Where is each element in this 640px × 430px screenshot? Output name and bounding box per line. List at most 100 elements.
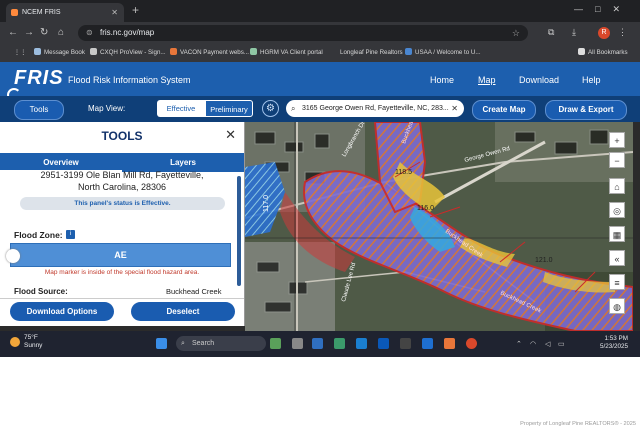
info-icon[interactable]: i	[66, 230, 75, 239]
turtle-icon[interactable]	[270, 338, 281, 349]
layers-icon[interactable]: ≡	[609, 274, 625, 290]
close-panel-icon[interactable]: ✕	[225, 127, 236, 143]
address-line-2: North Carolina, 28306	[77, 182, 167, 192]
nav-map[interactable]: Map	[478, 75, 496, 85]
browser-tab[interactable]: NCEM FRIS ✕	[6, 3, 124, 22]
draw-export-button[interactable]: Draw & Export	[545, 100, 627, 120]
tools-button[interactable]: Tools	[14, 100, 64, 120]
deselect-button[interactable]: Deselect	[131, 302, 235, 321]
bookmark-item[interactable]: Longleaf Pine Realtors	[340, 44, 403, 62]
address-search-input[interactable]: ⌕ 3165 George Owen Rd, Fayetteville, NC,…	[286, 100, 464, 117]
window-controls[interactable]: —□✕	[574, 4, 632, 15]
home-icon[interactable]: ⌂	[58, 27, 64, 38]
address-line-1: 2951-3199 Ole Blan Mill Rd, Fayetteville…	[40, 170, 204, 180]
clock-date: 5/23/2025	[599, 343, 628, 350]
panel-scrollbar[interactable]	[237, 176, 241, 286]
create-map-button[interactable]: Create Map	[472, 100, 536, 120]
search-value: 3165 George Owen Rd, Fayetteville, NC, 2…	[302, 105, 449, 112]
chrome-icon[interactable]	[466, 338, 477, 349]
zoom-in-button[interactable]: +	[609, 132, 625, 148]
nav-download[interactable]: Download	[519, 75, 559, 85]
downloads-icon[interactable]: ⤓	[572, 27, 576, 38]
fris-logo[interactable]: FRIS	[14, 67, 64, 90]
bfe-label: 118.5	[395, 169, 412, 176]
bfe-label: 121.0	[535, 257, 553, 264]
taskbar-search[interactable]: ⌕ Search	[176, 336, 266, 351]
all-bookmarks[interactable]: All Bookmarks	[578, 44, 628, 62]
windows-start-icon[interactable]	[156, 338, 167, 349]
extensions-icon[interactable]: ⧉	[548, 27, 554, 38]
bookmark-star-icon[interactable]: ☆	[512, 25, 520, 41]
weather-temp: 75°F	[24, 334, 38, 341]
firefox-icon[interactable]	[444, 338, 455, 349]
preliminary-toggle[interactable]: Preliminary	[205, 100, 253, 117]
zone-toggle[interactable]	[6, 249, 20, 263]
apps-icon[interactable]: ⋮⋮	[14, 44, 26, 62]
bookmark-item[interactable]: Message Book	[34, 44, 85, 62]
flood-zone-value: AE	[10, 243, 231, 267]
zoom-out-button[interactable]: −	[609, 152, 625, 168]
bookmarks-bar: ⋮⋮ Message Book CXQH ProView - Sign... V…	[0, 44, 640, 63]
weather-widget[interactable]: 75°F Sunny	[10, 334, 42, 350]
globe-icon[interactable]: ◍	[609, 298, 625, 314]
back-icon[interactable]: ←	[8, 27, 18, 38]
store-icon[interactable]	[356, 338, 367, 349]
basemap-icon[interactable]: ▦	[609, 226, 625, 242]
settings-gear-icon[interactable]: ⚙	[262, 100, 279, 117]
system-clock[interactable]: 1:53 PM 5/23/2025	[600, 335, 628, 351]
panel-footer: Download Options Deselect	[0, 298, 244, 326]
map-canvas[interactable]: George Owen Rd Longbranch Dr Claude Lee …	[245, 122, 633, 331]
clock-time: 1:53 PM	[604, 335, 628, 342]
flood-zone-label: Flood Zone:	[14, 230, 63, 240]
download-options-button[interactable]: Download Options	[10, 302, 114, 321]
close-tab-icon[interactable]: ✕	[111, 3, 118, 22]
terminal-icon[interactable]	[400, 338, 411, 349]
bookmark-item[interactable]: VACON Payment webs...	[170, 44, 249, 62]
wifi-icon[interactable]: ◠	[530, 340, 536, 348]
marker-note: Map marker is inside of the special floo…	[44, 269, 200, 276]
copilot-icon[interactable]	[334, 338, 345, 349]
collapse-icon[interactable]: «	[609, 250, 625, 266]
profile-avatar[interactable]: R	[598, 27, 610, 39]
url-text: fris.nc.gov/map	[100, 28, 155, 37]
map-toolbar: Tools Map View: Effective Preliminary ⚙ …	[0, 96, 640, 122]
nav-help[interactable]: Help	[582, 75, 601, 85]
favicon-icon	[11, 9, 18, 16]
bookmark-item[interactable]: USAA / Welcome to U...	[405, 44, 481, 62]
battery-icon[interactable]: ▭	[558, 340, 565, 348]
edge-icon[interactable]	[312, 338, 323, 349]
mail-icon[interactable]	[422, 338, 433, 349]
app-subtitle: Flood Risk Information System	[68, 75, 191, 85]
home-extent-icon[interactable]: ⌂	[609, 178, 625, 194]
panel-title: TOOLS	[101, 129, 143, 143]
search-icon: ⌕	[291, 104, 296, 113]
clear-search-icon[interactable]: ✕	[451, 100, 458, 117]
address-bar-row: ← → ↻ ⌂ ⊜ fris.nc.gov/map ☆	[0, 22, 640, 44]
task-view-icon[interactable]	[292, 338, 303, 349]
forward-icon[interactable]: →	[24, 27, 34, 38]
site-info-icon[interactable]: ⊜	[86, 25, 93, 41]
map-view-label: Map View:	[88, 104, 126, 113]
tools-panel: TOOLS ✕ Overview Layers 2951-3199 Ole Bl…	[0, 122, 245, 326]
taskbar-search-label: Search	[192, 340, 215, 347]
flood-map[interactable]: George Owen Rd Longbranch Dr Claude Lee …	[245, 122, 633, 331]
screenshot-frame: NCEM FRIS ✕ + —□✕ ← → ↻ ⌂ ⊜ fris.nc.gov/…	[0, 0, 640, 357]
locate-icon[interactable]: ◎	[609, 202, 625, 218]
app-header: FRIS Flood Risk Information System Home …	[0, 62, 640, 96]
nav-home[interactable]: Home	[430, 75, 454, 85]
tray-overflow-icon[interactable]: ⌃	[516, 340, 522, 348]
new-tab-icon[interactable]: +	[132, 3, 139, 17]
bfe-label: 117.0	[263, 195, 270, 212]
watermark: Property of Longleaf Pine REALTORS® - 20…	[520, 421, 636, 427]
url-bar[interactable]: ⊜ fris.nc.gov/map ☆	[78, 25, 528, 41]
reload-icon[interactable]: ↻	[40, 27, 48, 38]
bookmark-item[interactable]: CXQH ProView - Sign...	[90, 44, 166, 62]
bookmark-item[interactable]: HGRM VA Client portal	[250, 44, 323, 62]
menu-icon[interactable]: ⋮	[618, 27, 627, 38]
outlook-icon[interactable]	[378, 338, 389, 349]
browser-tab-strip: NCEM FRIS ✕ + —□✕	[0, 0, 640, 22]
volume-icon[interactable]: ◁	[545, 340, 550, 348]
tab-title: NCEM FRIS	[22, 9, 61, 16]
effective-toggle[interactable]: Effective	[157, 100, 205, 117]
sun-icon	[10, 337, 20, 347]
